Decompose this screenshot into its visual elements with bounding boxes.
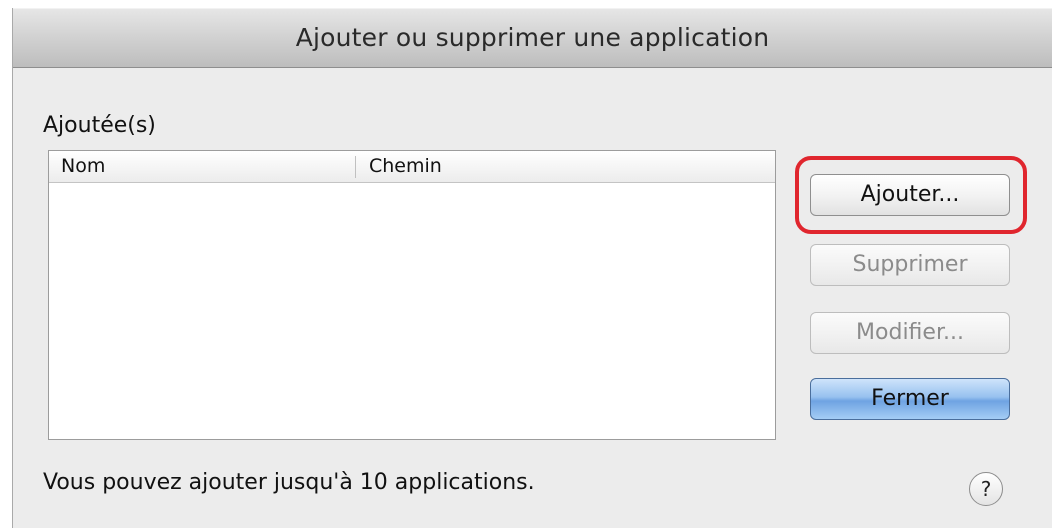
column-header-nom[interactable]: Nom (61, 155, 105, 177)
close-button[interactable]: Fermer (810, 378, 1010, 420)
column-header-chemin[interactable]: Chemin (369, 155, 442, 177)
help-icon[interactable]: ? (969, 472, 1003, 506)
window-title: Ajouter ou supprimer une application (295, 23, 770, 52)
column-divider[interactable] (355, 156, 356, 178)
edit-button[interactable]: Modifier... (810, 312, 1010, 354)
title-bar[interactable]: Ajouter ou supprimer une application (13, 8, 1052, 68)
add-button-highlight (795, 156, 1027, 234)
added-applications-label: Ajoutée(s) (43, 113, 156, 138)
applications-table[interactable]: Nom Chemin (48, 150, 776, 440)
limit-hint-text: Vous pouvez ajouter jusqu'à 10 applicati… (43, 470, 535, 495)
remove-button[interactable]: Supprimer (810, 244, 1010, 286)
table-body[interactable] (49, 183, 775, 439)
table-header: Nom Chemin (49, 151, 775, 183)
dialog-window: Ajouter ou supprimer une application Ajo… (12, 8, 1052, 528)
